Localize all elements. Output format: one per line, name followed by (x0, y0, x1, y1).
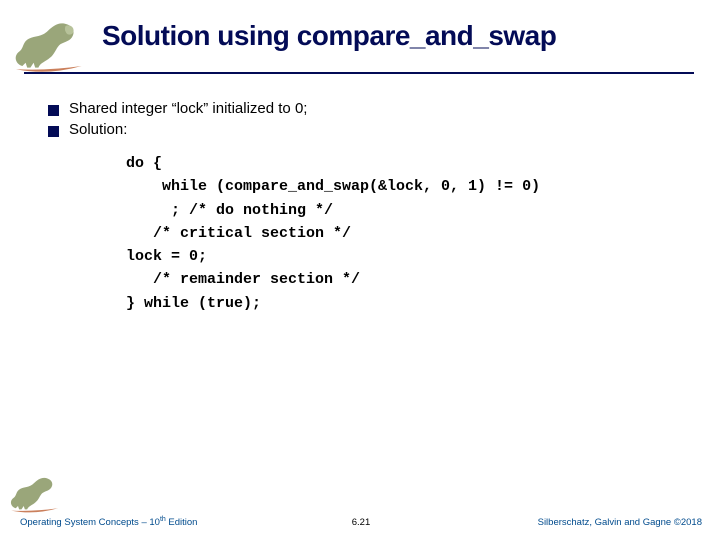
code-line: /* critical section */ (126, 225, 351, 242)
code-line: } while (true); (126, 295, 261, 312)
footer-page-number: 6.21 (352, 517, 371, 528)
code-line: lock = 0; (126, 248, 207, 265)
dinosaur-icon (0, 18, 96, 74)
code-line: while (compare_and_swap(&lock, 0, 1) != … (126, 178, 540, 195)
slide: Solution using compare_and_swap Shared i… (0, 0, 720, 540)
footer: Operating System Concepts – 10th Edition… (20, 504, 702, 528)
code-line: ; /* do nothing */ (126, 202, 333, 219)
footer-left-text-a: Operating System Concepts – 10 (20, 517, 160, 528)
bullet-text: Shared integer “lock” initialized to 0; (69, 100, 307, 117)
bullet-item: Shared integer “lock” initialized to 0; (48, 100, 688, 117)
code-block: do { while (compare_and_swap(&lock, 0, 1… (126, 152, 688, 315)
bullet-text: Solution: (69, 121, 127, 138)
footer-left-text-b: Edition (166, 517, 198, 528)
title-underline (24, 72, 694, 74)
footer-right: Silberschatz, Galvin and Gagne ©2018 (538, 517, 702, 528)
slide-title: Solution using compare_and_swap (96, 18, 556, 52)
title-row: Solution using compare_and_swap (0, 18, 720, 66)
code-line: /* remainder section */ (126, 271, 360, 288)
footer-left: Operating System Concepts – 10th Edition (20, 516, 197, 528)
bullet-item: Solution: (48, 121, 688, 138)
body: Shared integer “lock” initialized to 0; … (48, 100, 688, 315)
square-bullet-icon (48, 126, 59, 137)
square-bullet-icon (48, 105, 59, 116)
code-line: do { (126, 155, 162, 172)
